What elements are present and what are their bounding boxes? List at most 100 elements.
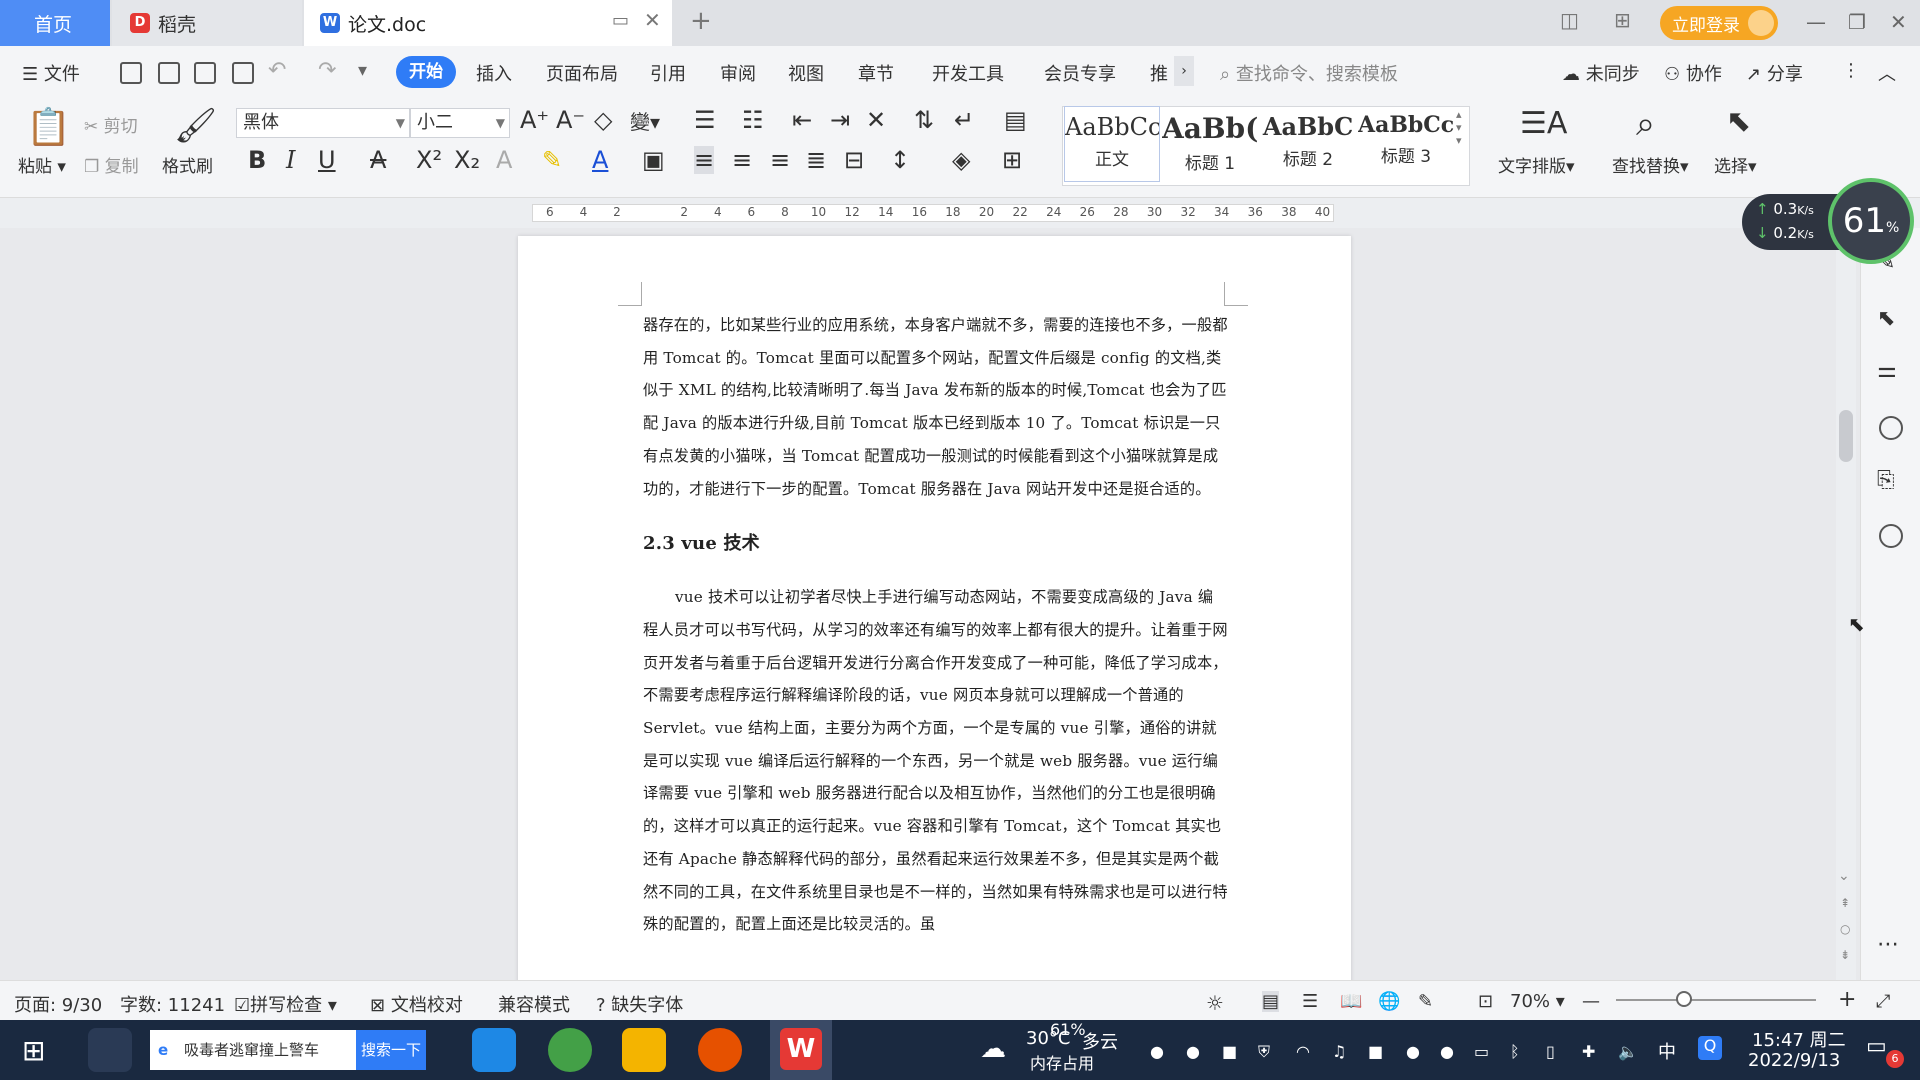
print-icon[interactable] — [194, 62, 216, 84]
fullscreen-icon[interactable]: ⤢ — [1876, 991, 1890, 1012]
more-tools-icon[interactable]: ⋯ — [1877, 932, 1899, 957]
sync-button[interactable]: ☁ 未同步 — [1562, 60, 1640, 86]
memory-gauge[interactable]: 61% — [1828, 178, 1914, 264]
zoom-in-icon[interactable]: + — [1838, 987, 1856, 1012]
layout-toggle-icon[interactable]: ◫ — [1560, 8, 1579, 32]
clear-format-icon[interactable]: ◇ — [594, 106, 612, 134]
bell-icon[interactable]: ♫ — [1332, 1042, 1346, 1061]
qq-icon[interactable]: ● — [1406, 1042, 1420, 1061]
help-icon[interactable] — [1879, 416, 1903, 440]
align-right-icon[interactable]: ≡ — [770, 146, 790, 174]
select-cursor-icon[interactable]: ⬉ — [1726, 104, 1751, 139]
decrease-indent-icon[interactable]: ⇤ — [792, 106, 812, 134]
wifi-icon[interactable]: ◠ — [1296, 1042, 1310, 1061]
adjust-icon[interactable]: ⚌ — [1877, 358, 1897, 383]
eye-protect-icon[interactable]: ☼ — [1206, 991, 1224, 1015]
italic-icon[interactable]: I — [286, 146, 295, 174]
tab-start[interactable]: 开始 — [396, 56, 456, 88]
grow-font-icon[interactable]: A⁺ — [520, 106, 549, 134]
new-tab-icon[interactable]: + — [690, 6, 712, 36]
tab-insert[interactable]: 插入 — [476, 60, 512, 86]
save-icon[interactable] — [120, 62, 142, 84]
align-left-icon[interactable]: ≡ — [694, 146, 715, 174]
tray-app-icon[interactable]: ✚ — [1582, 1042, 1595, 1061]
tab-document[interactable]: W 论文.doc ▭ ✕ — [304, 0, 672, 46]
redo-icon[interactable]: ↷ — [318, 58, 336, 83]
find-replace-icon[interactable]: ⌕ — [1636, 104, 1655, 144]
style-heading-2[interactable]: AaBbC 标题 2 — [1260, 106, 1356, 182]
outline-view-icon[interactable]: ☰ — [1302, 991, 1318, 1012]
fit-page-icon[interactable]: ⊡ — [1478, 991, 1493, 1012]
close-window-icon[interactable]: ✕ — [1890, 10, 1907, 34]
app-icon[interactable] — [698, 1028, 742, 1072]
file-explorer-icon[interactable] — [622, 1028, 666, 1072]
justify-icon[interactable]: ≣ — [806, 146, 826, 174]
apps-grid-icon[interactable]: ⊞ — [1614, 8, 1631, 32]
style-heading-3[interactable]: AaBbCcl 标题 3 — [1358, 106, 1454, 182]
subscript-icon[interactable]: X₂ — [454, 146, 480, 174]
export-pdf-icon[interactable] — [158, 62, 180, 84]
app-icon[interactable] — [88, 1028, 132, 1072]
tab-chapter[interactable]: 章节 — [858, 60, 894, 86]
clock-date[interactable]: 2022/9/13 — [1748, 1050, 1840, 1071]
web-view-icon[interactable]: 🌐 — [1378, 991, 1400, 1012]
paste-button[interactable]: 粘贴 ▾ — [18, 152, 66, 177]
find-replace-button[interactable]: 查找替换▾ — [1612, 152, 1689, 177]
text-effect-icon[interactable]: A — [496, 146, 512, 174]
char-border-icon[interactable]: ▣ — [642, 146, 665, 174]
font-name-select[interactable]: 黑体 ▼ — [236, 108, 410, 138]
shading-icon[interactable]: ◈ — [952, 146, 970, 174]
tab-layout[interactable]: 页面布局 — [546, 60, 618, 86]
zoom-slider[interactable] — [1616, 999, 1816, 1001]
phonetic-icon[interactable]: 變▾ — [630, 106, 660, 135]
minimize-icon[interactable]: — — [1806, 10, 1826, 34]
highlight-icon[interactable]: ✎ — [542, 146, 562, 174]
horizontal-ruler[interactable]: 6 4 2 2 4 6 8 10 12 14 16 18 20 22 24 26 28 30 32 34 36 38 40 — [0, 198, 1920, 228]
tray-app-icon[interactable]: ● — [1186, 1042, 1200, 1061]
format-painter-button[interactable]: 格式刷 — [162, 152, 213, 177]
bluetooth-icon[interactable]: ᛒ — [1510, 1042, 1520, 1061]
word-count[interactable]: 字数: 11241 — [120, 991, 225, 1017]
login-button[interactable]: 立即登录 — [1660, 6, 1778, 40]
style-heading-1[interactable]: AaBb(标题 1 — [1162, 106, 1258, 182]
page-view-icon[interactable]: ▤ — [1262, 991, 1280, 1012]
command-search[interactable]: ⌕ 查找命令、搜索模板 — [1220, 60, 1398, 86]
zoom-slider-thumb[interactable] — [1676, 991, 1692, 1007]
scroll-down-icon[interactable]: ⌄ — [1838, 868, 1850, 884]
document-body[interactable]: 器存在的，比如某些行业的应用系统，本身客户端就不多，需要的连接也不多，一般都用 … — [643, 309, 1228, 941]
taskbar-search-button[interactable]: 搜索一下 — [356, 1030, 426, 1070]
wps-taskbar-icon[interactable]: W — [770, 1020, 832, 1080]
shield-icon[interactable]: ⛨ — [1258, 1042, 1270, 1062]
float-window-icon[interactable]: ▭ — [612, 10, 629, 31]
align-center-icon[interactable]: ≡ — [732, 146, 752, 174]
tray-app-icon[interactable]: ■ — [1222, 1042, 1237, 1061]
paste-icon[interactable]: 📋 — [26, 106, 71, 148]
write-view-icon[interactable]: ✎ — [1418, 991, 1433, 1012]
close-tab-icon[interactable]: ✕ — [644, 8, 661, 32]
volume-icon[interactable]: 🔈 — [1618, 1042, 1638, 1061]
more-options-icon[interactable]: ⋮ — [1842, 60, 1860, 81]
text-layout-button[interactable]: 文字排版▾ — [1498, 152, 1575, 177]
tray-app-icon[interactable]: Q — [1698, 1036, 1722, 1060]
tab-home[interactable]: 首页 — [0, 0, 110, 46]
table-borders-icon[interactable]: ▤ — [1004, 106, 1027, 134]
tab-member[interactable]: 会员专享 — [1044, 60, 1116, 86]
tab-daoke[interactable]: D 稻壳 — [112, 0, 302, 46]
backup-icon[interactable]: ⎘ — [1877, 468, 1895, 493]
page-count[interactable]: 页面: 9/30 — [14, 991, 102, 1017]
proofread-button[interactable]: ⊠ 文档校对 — [370, 991, 463, 1017]
tabs-scroll-right-icon[interactable]: › — [1174, 56, 1194, 86]
bold-icon[interactable]: B — [248, 146, 266, 174]
strikethrough-icon[interactable]: A — [370, 146, 386, 174]
underline-icon[interactable]: U — [318, 146, 336, 174]
print-preview-icon[interactable] — [232, 62, 254, 84]
zoom-select[interactable]: 70% ▾ — [1510, 991, 1565, 1012]
restore-icon[interactable]: ❐ — [1848, 10, 1866, 34]
tab-review[interactable]: 审阅 — [720, 60, 756, 86]
nvidia-icon[interactable]: ■ — [1368, 1042, 1383, 1061]
shrink-font-icon[interactable]: A⁻ — [556, 106, 585, 134]
ime-indicator[interactable]: 中 — [1658, 1038, 1676, 1064]
prev-page-icon[interactable]: ⇞ — [1840, 896, 1850, 910]
copy-button[interactable]: ❐ 复制 — [84, 152, 139, 177]
tab-view[interactable]: 视图 — [788, 60, 824, 86]
